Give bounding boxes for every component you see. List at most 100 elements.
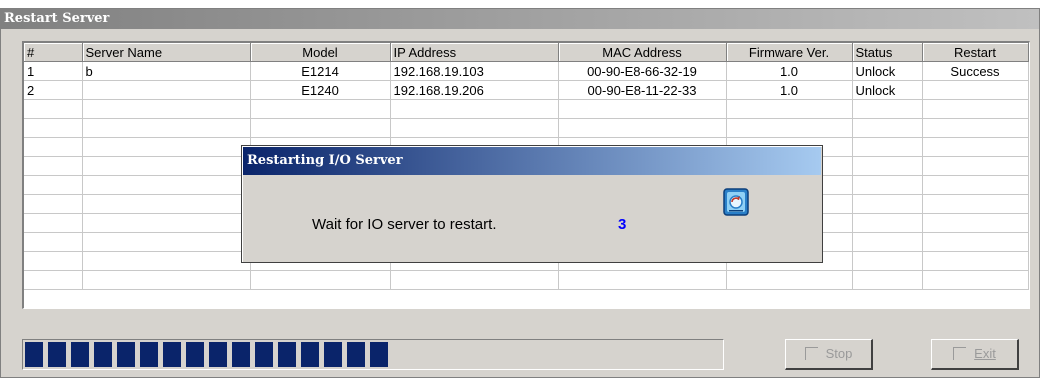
cell-firmware: 1.0 [726,80,853,100]
progress-segment [278,342,296,367]
empty-cell [852,175,923,195]
empty-cell [922,175,1029,195]
column-header-mac-address[interactable]: MAC Address [558,43,727,62]
server-restart-icon [723,188,749,216]
empty-cell [390,99,559,119]
empty-cell [852,99,923,119]
empty-cell [558,118,727,138]
empty-cell [922,251,1029,271]
cell-status: Unlock [852,61,923,81]
exit-button-label: Exit [974,346,996,361]
empty-cell [726,270,853,290]
empty-cell [24,194,83,214]
stop-button-label: Stop [825,346,853,361]
cell-number: 1 [24,61,83,81]
empty-cell [24,118,83,138]
cell-server-name: b [82,61,251,81]
column-header-model[interactable]: Model [250,43,391,62]
cell-model: E1214 [250,61,391,81]
cell-model: E1240 [250,80,391,100]
empty-cell [852,194,923,214]
empty-cell [922,194,1029,214]
progress-segment [347,342,365,367]
empty-cell [852,156,923,176]
empty-cell [390,270,559,290]
column-header-number[interactable]: # [24,43,83,62]
empty-cell [726,99,853,119]
empty-cell [82,194,251,214]
empty-cell [390,118,559,138]
progress-segment [186,342,204,367]
column-header-firmware[interactable]: Firmware Ver. [726,43,853,62]
progress-segment [163,342,181,367]
empty-cell [82,175,251,195]
progress-segment [209,342,227,367]
cell-number: 2 [24,80,83,100]
cell-ip-address: 192.168.19.206 [390,80,559,100]
exit-checkbox-icon [953,347,967,361]
progress-segment [324,342,342,367]
restart-server-window: Restart Server # Server Name Model IP Ad… [0,8,1040,378]
progress-segment [301,342,319,367]
empty-cell [24,232,83,252]
empty-cell [82,99,251,119]
progress-segment [48,342,66,367]
empty-table-row [24,99,1029,119]
empty-cell [922,213,1029,233]
progress-segment [232,342,250,367]
restarting-dialog: Restarting I/O Server Wait for IO server… [241,145,823,263]
empty-cell [922,232,1029,252]
cell-ip-address: 192.168.19.103 [390,61,559,81]
exit-button[interactable]: Exit [931,339,1019,370]
stop-checkbox-icon [804,347,818,361]
empty-cell [82,118,251,138]
empty-cell [82,251,251,271]
empty-cell [852,213,923,233]
empty-cell [922,99,1029,119]
column-header-restart[interactable]: Restart [922,43,1029,62]
empty-cell [922,156,1029,176]
empty-cell [24,156,83,176]
progress-segment [255,342,273,367]
empty-cell [852,232,923,252]
dialog-message: Wait for IO server to restart. [312,216,497,233]
restart-progress-bar [22,339,724,370]
cell-server-name [82,80,251,100]
empty-table-row [24,118,1029,138]
empty-cell [24,175,83,195]
empty-cell [250,99,391,119]
cell-mac-address: 00-90-E8-11-22-33 [558,80,727,100]
table-row[interactable]: 2 E1240 192.168.19.206 00-90-E8-11-22-33… [24,80,1029,100]
empty-cell [922,137,1029,157]
empty-cell [726,118,853,138]
empty-cell [852,251,923,271]
progress-segment [370,342,388,367]
empty-cell [852,270,923,290]
empty-cell [852,118,923,138]
table-row[interactable]: 1 b E1214 192.168.19.103 00-90-E8-66-32-… [24,61,1029,81]
progress-segment [25,342,43,367]
cell-mac-address: 00-90-E8-66-32-19 [558,61,727,81]
empty-cell [24,270,83,290]
progress-segment [94,342,112,367]
stop-button[interactable]: Stop [785,339,873,370]
window-title: Restart Server [1,9,1039,29]
empty-table-row [24,270,1029,290]
column-header-server-name[interactable]: Server Name [82,43,251,62]
progress-segment [117,342,135,367]
cell-restart: Success [922,61,1029,81]
table-header-row: # Server Name Model IP Address MAC Addre… [24,43,1029,62]
empty-cell [24,137,83,157]
empty-cell [852,137,923,157]
empty-cell [24,213,83,233]
column-header-ip-address[interactable]: IP Address [390,43,559,62]
column-header-status[interactable]: Status [852,43,923,62]
empty-cell [558,270,727,290]
countdown-value: 3 [618,216,627,233]
cell-restart [922,80,1029,100]
empty-cell [24,251,83,271]
empty-cell [82,232,251,252]
empty-cell [558,99,727,119]
empty-cell [922,270,1029,290]
empty-cell [250,118,391,138]
